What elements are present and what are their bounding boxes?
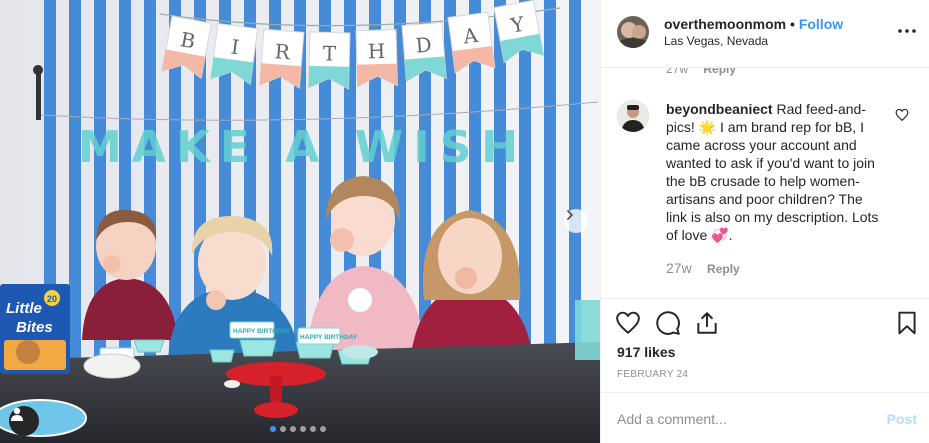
chevron-right-icon (567, 210, 573, 220)
share-button[interactable] (694, 310, 720, 336)
author-username[interactable]: overthemoonmom (664, 16, 786, 32)
make-a-wish-banner: MAKE A WISH (78, 122, 528, 173)
streamer (69, 0, 81, 370)
carousel-dot (290, 426, 296, 432)
add-comment-bar: Post (601, 392, 929, 443)
post-photo[interactable]: BIRTHDAY MAKE A WISH Little Bites 20 HAP… (0, 0, 600, 443)
like-comment-button[interactable] (895, 108, 909, 122)
post-side-panel: overthemoonmom • Follow Las Vegas, Nevad… (600, 0, 929, 443)
save-button[interactable] (894, 310, 920, 336)
comment-icon (656, 311, 680, 335)
carousel-dot (280, 426, 286, 432)
comment-time: 27w (666, 68, 689, 76)
svg-text:HAPPY BIRTHDAY: HAPPY BIRTHDAY (300, 334, 358, 341)
comments-list[interactable]: 27w Reply beyondbeaniect Rad feed-and-pi… (601, 68, 929, 298)
likes-count[interactable]: 917 likes (617, 344, 675, 360)
carousel-dot (310, 426, 316, 432)
bookmark-icon (898, 311, 916, 335)
streamer (519, 0, 531, 370)
heart-icon (895, 108, 909, 122)
author-avatar[interactable] (617, 16, 649, 48)
separator-dot: • (790, 16, 795, 32)
action-bar (601, 298, 929, 338)
comment-button[interactable] (655, 310, 681, 336)
party-photo-illustration: BIRTHDAY MAKE A WISH Little Bites 20 HAP… (0, 0, 600, 443)
more-options-button[interactable] (898, 22, 916, 40)
carousel-dot (320, 426, 326, 432)
commenter-username[interactable]: beyondbeaniect (666, 101, 773, 117)
svg-text:Little: Little (6, 300, 42, 317)
comment-time: 27w (666, 260, 692, 276)
banner-letter: T (322, 41, 337, 65)
banner-letter: H (368, 39, 386, 63)
star-emoji: 🌟 (698, 119, 717, 135)
svg-text:HAPPY BIRTHDAY: HAPPY BIRTHDAY (233, 328, 291, 335)
follow-button[interactable]: Follow (799, 16, 843, 32)
post-date[interactable]: FEBRUARY 24 (617, 369, 688, 380)
commenter-avatar[interactable] (617, 100, 649, 132)
hearts-emoji: 💞 (711, 227, 729, 243)
comment-text: beyondbeaniect Rad feed-and-pics! 🌟 I am… (666, 101, 879, 243)
heart-icon (616, 311, 640, 334)
carousel-dot (270, 426, 276, 432)
comment-meta: 27w Reply (666, 260, 740, 276)
svg-text:20: 20 (47, 294, 57, 304)
little-bites-box: Little Bites 20 (0, 284, 70, 374)
svg-text:Bites: Bites (16, 319, 53, 336)
user-icon (11, 407, 23, 421)
comment-input[interactable] (617, 410, 867, 428)
more-horizontal-icon (898, 29, 916, 33)
previous-comment-meta: 27w Reply (666, 68, 736, 76)
tagged-users-button[interactable] (9, 406, 39, 436)
share-icon (697, 312, 717, 334)
post-location[interactable]: Las Vegas, Nevada (664, 34, 768, 48)
carousel-indicator (270, 426, 326, 432)
carousel-next-button[interactable] (564, 209, 588, 233)
reply-button[interactable]: Reply (707, 262, 740, 276)
carousel-dot (300, 426, 306, 432)
banner-letter: R (274, 39, 292, 64)
like-button[interactable] (615, 310, 641, 336)
post-comment-button[interactable]: Post (887, 411, 917, 427)
banner-letter: D (415, 32, 433, 57)
post-header: overthemoonmom • Follow Las Vegas, Nevad… (601, 0, 929, 68)
reply-button[interactable]: Reply (703, 68, 736, 76)
streamer (544, 0, 556, 370)
